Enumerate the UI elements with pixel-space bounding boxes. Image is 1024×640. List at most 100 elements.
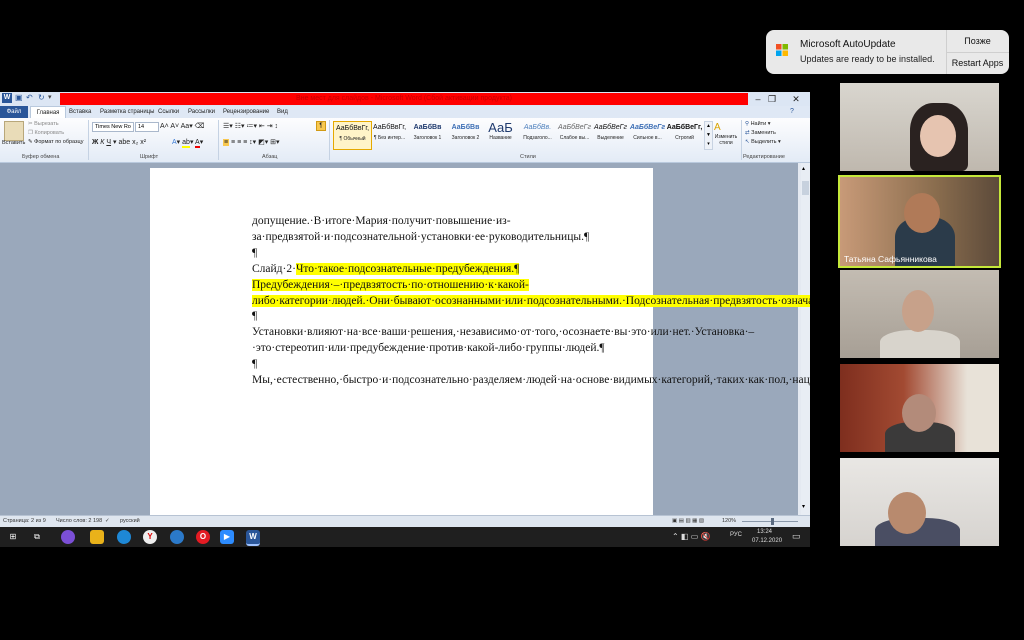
format-painter-button[interactable]: ✎ Формат по образцу [28,139,83,145]
chrome-icon[interactable] [170,530,184,544]
tab-page-layout[interactable]: Разметка страницы [100,106,154,118]
save-icon[interactable]: ▣ [15,93,25,103]
paragraph: Установки·влияют·на·все·ваши·решения,·не… [252,326,755,355]
spelling-icon[interactable]: ✓ [105,518,110,524]
close-button[interactable]: ✕ [786,92,806,106]
participant-face [902,394,936,432]
edge-icon[interactable] [117,530,131,544]
participant-tile[interactable] [840,364,999,452]
font-group-label: Шрифт [140,154,159,160]
list-buttons[interactable]: ☰▾ ☷▾ ≔▾ ⇤ ⇥ ↕ [223,122,278,130]
tab-home[interactable]: Главная [30,106,66,118]
windows-taskbar: ⊞ ⧉ Y O ▶ W ⌃ ◧ ▭ 🔇 РУС 13:24 07.12.2020… [0,527,810,547]
restore-button[interactable]: ❐ [762,92,782,106]
vertical-scrollbar[interactable]: ▴ ▾ [801,163,810,515]
slide-prefix: Слайд·2· [252,262,296,275]
clock-time[interactable]: 13:24 [757,529,772,535]
customize-qat-icon[interactable]: ▾ [48,93,58,103]
copy-button[interactable]: ❐ Копировать [28,130,64,136]
change-styles-button[interactable]: Изменить стили [712,134,740,146]
highlight-color-icon[interactable]: A▾ ab▾ A▾ [172,138,203,148]
start-icon[interactable]: ⊞ [6,530,20,544]
participant-face [888,492,926,534]
participant-name: Татьяна Сафьянникова [844,254,937,264]
view-buttons[interactable]: ▣ ▤ ▥ ▦ ▧ [672,518,704,524]
show-formatting-marks-icon[interactable]: ¶ [316,121,326,131]
participant-face [920,115,956,157]
participant-tile[interactable] [840,83,999,171]
clock-date[interactable]: 07.12.2020 [752,538,782,544]
file-explorer-icon[interactable] [90,530,104,544]
paste-icon[interactable] [4,121,24,141]
opera-icon[interactable]: O [196,530,210,544]
divider [218,120,219,160]
font-size-select[interactable]: 14 [135,122,159,132]
word-count[interactable]: Число слов: 2 198 [56,518,102,524]
replace-button[interactable]: ⇄ Заменить [745,130,776,136]
autoupdate-notification: Microsoft AutoUpdate Updates are ready t… [766,30,1009,74]
undo-icon[interactable]: ↶ [26,93,36,103]
style-title[interactable]: АаБ Название [482,121,519,148]
font-format-buttons[interactable]: Ж К Ч ▾ abe x₂ x² [92,138,146,146]
style-heading-2[interactable]: АаБбВв Заголовок 2 [447,121,484,148]
ribbon: Вставить ✂ Вырезать ❐ Копировать ✎ Форма… [0,118,810,163]
clipboard-group-label: Буфер обмена [22,154,60,160]
document-page[interactable]: допущение.·В·итоге·Мария·получит·повышен… [150,168,810,527]
redo-icon[interactable]: ↻ [38,93,48,103]
tab-review[interactable]: Рецензирование [223,106,269,118]
style-heading-1[interactable]: АаБбВв Заголовок 1 [409,121,446,148]
participant-face [902,290,934,332]
zoom-level[interactable]: 120% [722,518,736,524]
style-subtle-emphasis[interactable]: АаБбВеГг Слабое вы... [556,121,593,148]
change-styles-icon[interactable]: A [714,122,721,133]
word-window: W ▣ ↶ ↻ ▾ Вне мест для слайдов - Microso… [0,92,810,527]
page-count[interactable]: Страница: 2 из 9 [3,518,46,524]
font-name-select[interactable]: Times New Ro [92,122,134,132]
document-body[interactable]: допущение.·В·итоге·Мария·получит·повышен… [252,214,810,389]
scroll-thumb[interactable] [802,181,809,195]
tray-icons[interactable]: ⌃ ◧ ▭ 🔇 [672,532,710,541]
cut-button[interactable]: ✂ Вырезать [28,121,59,127]
find-button[interactable]: ⚲ Найти ▾ [745,121,771,127]
participant-tile[interactable] [840,270,999,358]
style-subtitle[interactable]: АаБбВв. Подзаголо... [519,121,556,148]
style-strong[interactable]: АаБбВеГг, Строгий [666,121,703,148]
notifications-icon[interactable]: ▭ [792,531,801,542]
highlighted-heading: Что·такое·подсознательные·предубеждения.… [295,262,520,275]
style-intense-emphasis[interactable]: АаБбВеГг Сильное в... [629,121,666,148]
grow-font-icon[interactable]: A˄ A˅ Aa▾ ⌫ [160,122,205,130]
tab-references[interactable]: Ссылки [158,106,179,118]
input-language[interactable]: РУС [730,532,742,538]
style-emphasis[interactable]: АаБбВеГг Выделение [592,121,629,148]
help-icon[interactable]: ? [790,108,794,115]
language-indicator[interactable]: русский [120,518,140,524]
paste-button[interactable]: Вставить [2,140,25,146]
divider [88,120,89,160]
zoom-app-icon[interactable]: ▶ [220,530,234,544]
tab-view[interactable]: Вид [277,106,288,118]
word-taskbar-icon[interactable]: W [246,530,260,546]
zoom-slider-thumb[interactable] [771,518,774,525]
yandex-browser-icon[interactable]: Y [143,530,157,544]
tab-insert[interactable]: Вставка [69,106,91,118]
style-normal[interactable]: АаБбВвГг, ¶ Обычный [333,121,372,150]
status-bar: Страница: 2 из 9 Число слов: 2 198 ✓ рус… [0,515,810,527]
styles-group-label: Стили [520,154,536,160]
restart-apps-button[interactable]: Restart Apps [946,53,1009,74]
tab-mailings[interactable]: Рассылки [188,106,215,118]
scroll-up-icon[interactable]: ▴ [802,165,805,172]
later-button[interactable]: Позже [946,30,1009,53]
window-title: Вне мест для слайдов - Microsoft Word (С… [296,95,512,102]
title-bar: W ▣ ↶ ↻ ▾ Вне мест для слайдов - Microso… [0,92,810,106]
style-no-spacing[interactable]: АаБбВвГг, ¶ Без интер... [371,121,408,148]
select-button[interactable]: ↖ Выделить ▾ [745,139,781,145]
zoom-slider[interactable] [742,521,798,522]
active-speaker-tile[interactable]: Татьяна Сафьянникова [838,175,1001,268]
participant-face [904,193,940,233]
scroll-down-icon[interactable]: ▾ [802,503,805,510]
tab-file[interactable]: Файл [0,106,28,118]
participant-tile[interactable] [840,458,999,546]
task-view-icon[interactable]: ⧉ [30,530,44,544]
alignment-buttons[interactable]: ≡ ≡ ≡ ≡ ↕▾ ◩▾ ⊞▾ [223,138,280,146]
app-icon[interactable] [61,530,75,544]
